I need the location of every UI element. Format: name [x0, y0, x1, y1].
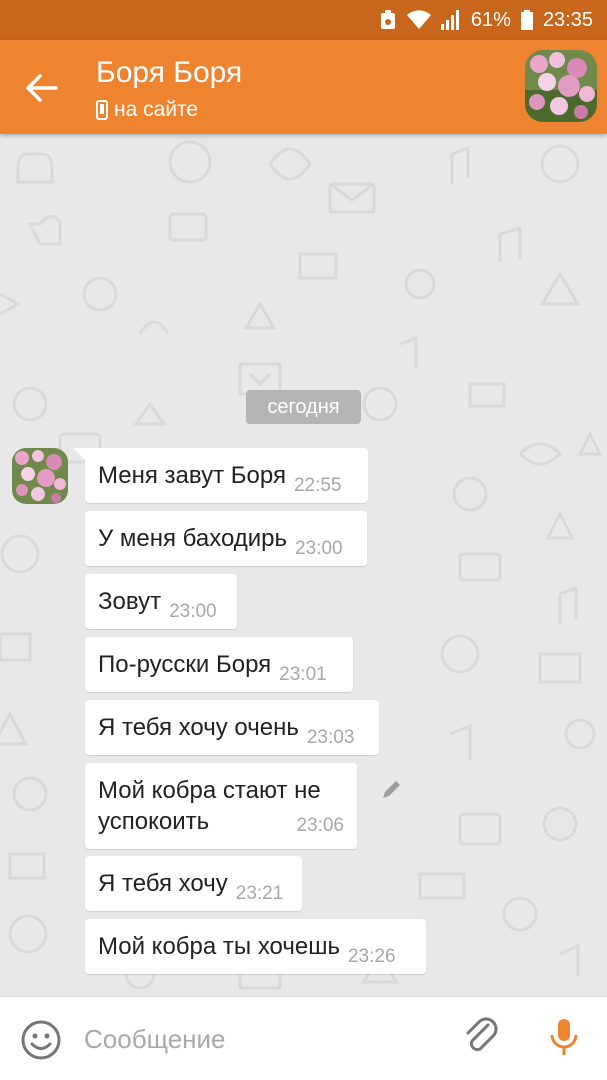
contact-avatar[interactable]	[525, 50, 597, 122]
message-bubble[interactable]: У меня баходирь 23:00	[85, 511, 367, 566]
message-bubble[interactable]: Я тебя хочу очень 23:03	[85, 700, 379, 755]
message-text: Я тебя хочу очень	[98, 714, 299, 741]
smiley-icon	[21, 1020, 61, 1060]
message-time: 23:00	[295, 538, 343, 559]
message-text: Мой кобра стают не успокоить	[98, 777, 321, 835]
attach-button[interactable]	[462, 1017, 502, 1064]
edit-pencil-icon[interactable]	[380, 779, 402, 806]
online-status-label: на сайте	[114, 98, 199, 121]
recycle-icon	[379, 10, 397, 30]
message-text: По-русски Боря	[98, 651, 272, 678]
battery-icon	[520, 10, 533, 30]
message-time: 23:21	[235, 883, 284, 904]
message-time: 23:00	[169, 601, 217, 622]
message-text: У меня баходирь	[98, 525, 288, 552]
message-bubble[interactable]: Я тебя хочу 23:21	[85, 856, 302, 911]
message-input-bar	[0, 996, 607, 1080]
paperclip-icon	[466, 1017, 498, 1052]
date-separator: сегодня	[246, 390, 361, 424]
contact-name[interactable]: Боря Боря	[96, 56, 242, 90]
message-time: 22:55	[293, 475, 342, 496]
message-bubble[interactable]: Зовут 23:00	[85, 574, 237, 629]
back-button[interactable]	[22, 68, 62, 108]
message-bubble[interactable]: По-русски Боря 23:01	[85, 637, 353, 692]
chat-area[interactable]: сегодня Меня завут Боря 22:55 У меня бахо…	[0, 134, 607, 996]
signal-icon	[440, 10, 461, 30]
wifi-icon	[406, 10, 431, 30]
message-text: Зовут	[98, 588, 162, 615]
status-bar: 61% 23:35	[0, 0, 607, 40]
message-time: 23:26	[347, 946, 396, 967]
mobile-phone-icon	[96, 100, 108, 120]
message-time: 23:06	[296, 815, 344, 836]
message-input[interactable]	[84, 1017, 444, 1061]
status-time: 23:35	[542, 8, 593, 31]
voice-record-button[interactable]	[548, 1017, 580, 1064]
battery-percent: 61%	[470, 8, 511, 31]
message-text: Мой кобра ты хочешь	[98, 933, 340, 960]
microphone-icon	[550, 1019, 578, 1055]
message-time: 23:01	[279, 664, 327, 685]
online-status: на сайте	[96, 98, 198, 122]
message-bubble[interactable]: Мой кобра ты хочешь 23:26	[85, 919, 426, 974]
emoji-button[interactable]	[20, 1019, 62, 1066]
message-time: 23:03	[306, 727, 355, 748]
message-text: Меня завут Боря	[98, 462, 286, 489]
message-bubble[interactable]: Меня завут Боря 22:55	[73, 448, 368, 503]
sender-avatar[interactable]	[12, 448, 68, 504]
app-bar: Боря Боря на сайте	[0, 40, 607, 134]
arrow-left-icon	[26, 74, 58, 102]
message-bubble[interactable]: Мой кобра стают не успокоить 23:06	[85, 763, 357, 849]
message-text: Я тебя хочу	[98, 870, 228, 897]
